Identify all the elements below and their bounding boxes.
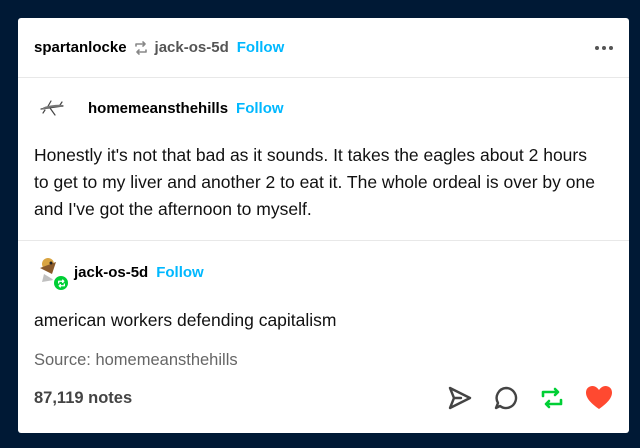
reblogged-from-name[interactable]: jack-os-5d	[155, 39, 229, 56]
reblog-author-name[interactable]: jack-os-5d	[74, 264, 148, 281]
notes-count[interactable]: 87,119 notes	[34, 389, 132, 408]
like-heart-icon[interactable]	[585, 385, 613, 411]
share-icon[interactable]	[447, 385, 473, 411]
post-card: spartanlocke jack-os-5d Follow homemeans…	[18, 18, 629, 433]
original-post-header: homemeansthehills Follow	[34, 78, 613, 138]
reblogger-name[interactable]: spartanlocke	[34, 39, 127, 56]
follow-original-author-button[interactable]: Follow	[236, 100, 284, 117]
comment-icon[interactable]	[493, 385, 519, 411]
follow-button[interactable]: Follow	[237, 39, 285, 56]
reblog-icon	[133, 40, 149, 56]
original-post: homemeansthehills Follow Honestly it's n…	[18, 78, 629, 223]
reblog-post-text: american workers defending capitalism	[34, 310, 337, 330]
airplane-avatar-icon[interactable]	[36, 92, 68, 124]
post-header: spartanlocke jack-os-5d Follow	[18, 18, 629, 78]
post-source[interactable]: Source: homemeansthehills	[34, 351, 613, 370]
post-divider	[18, 240, 629, 241]
post-actions	[447, 385, 613, 411]
reblog-post: jack-os-5d Follow american workers defen…	[34, 252, 613, 370]
avatar[interactable]	[34, 254, 70, 292]
original-post-text: Honestly it's not that bad as it sounds.…	[34, 145, 595, 219]
reblog-post-header: jack-os-5d Follow	[34, 252, 613, 292]
reblog-button-icon[interactable]	[539, 385, 565, 411]
original-author-name[interactable]: homemeansthehills	[88, 100, 228, 117]
post-footer: 87,119 notes	[34, 381, 613, 415]
more-options-icon[interactable]	[595, 45, 613, 50]
reblog-badge-icon	[52, 274, 70, 292]
follow-reblog-author-button[interactable]: Follow	[156, 264, 204, 281]
